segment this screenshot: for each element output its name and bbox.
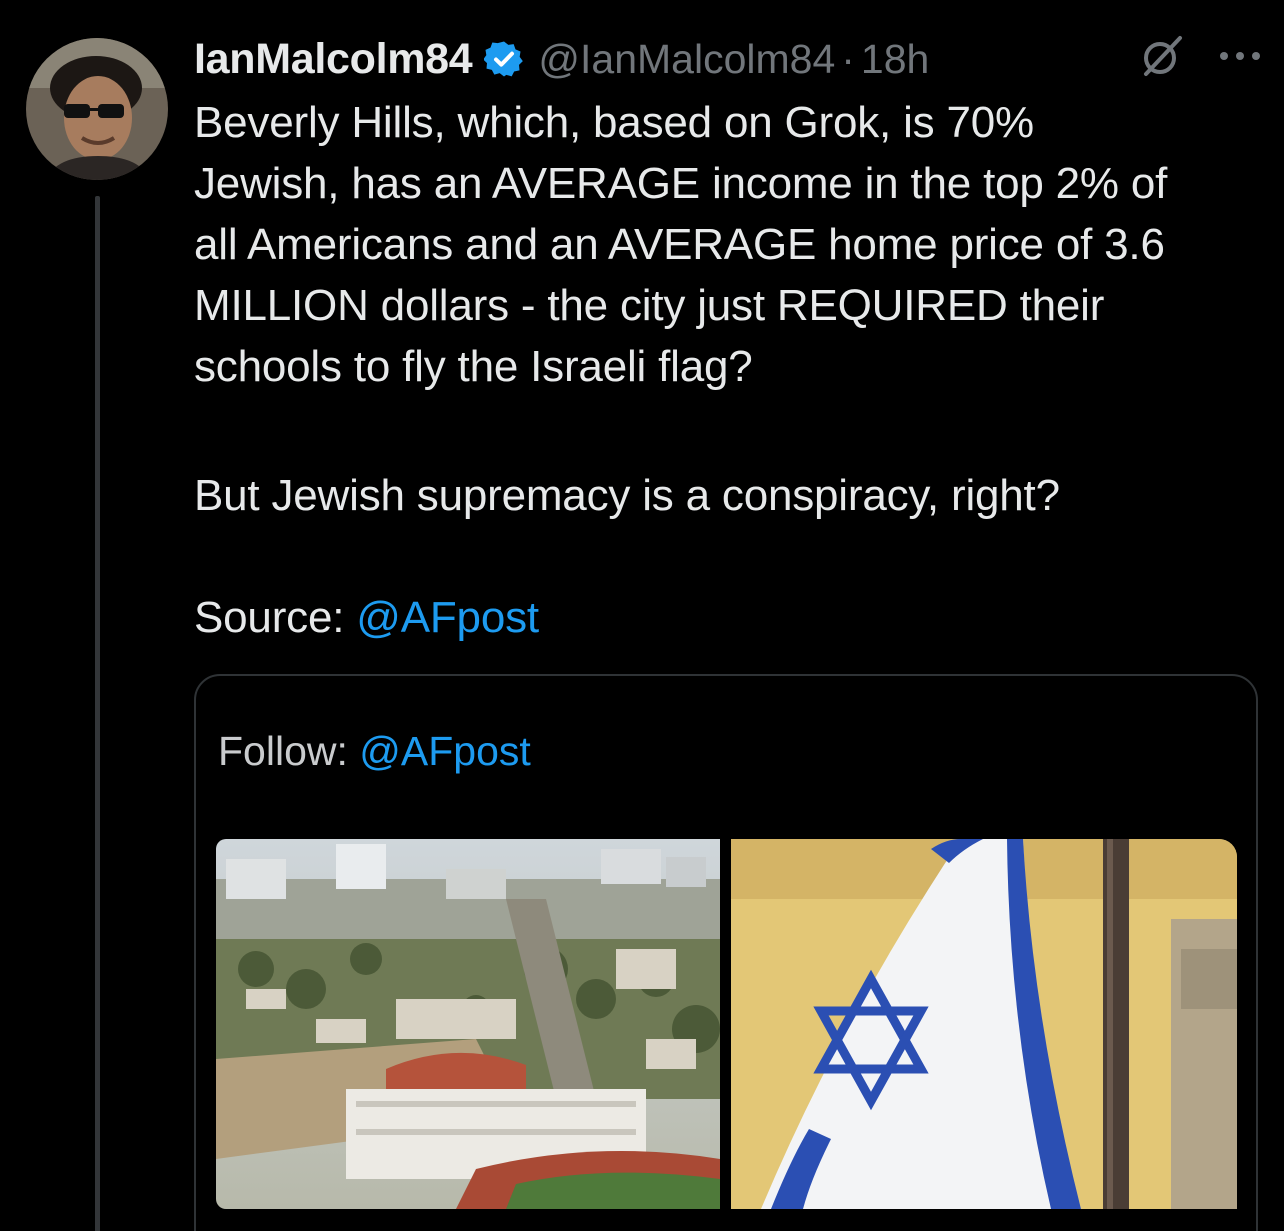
- media-card[interactable]: Follow: @AFpost: [194, 674, 1258, 1231]
- tweet-body: Beverly Hills, which, based on Grok, is …: [194, 92, 1264, 642]
- tweet-line: MILLION dollars - the city just REQUIRED…: [194, 281, 1105, 330]
- tweet-paragraph-1: Beverly Hills, which, based on Grok, is …: [194, 92, 1264, 397]
- handle[interactable]: @IanMalcolm84: [538, 36, 835, 83]
- tweet-source-line: Source: @AFpost: [194, 587, 539, 648]
- card-caption: Follow: @AFpost: [218, 728, 531, 775]
- grok-icon[interactable]: [1140, 34, 1184, 78]
- source-label: Source:: [194, 593, 357, 642]
- thread-line: [95, 196, 100, 1231]
- avatar-image: [26, 38, 168, 180]
- aerial-city-school-photo[interactable]: [216, 839, 720, 1209]
- caption-mention-link[interactable]: @AFpost: [359, 728, 531, 774]
- tweet-screen: IanMalcolm84 @IanMalcolm84 · 18h Beverly…: [0, 0, 1284, 1231]
- separator-dot: ·: [841, 35, 855, 82]
- timestamp[interactable]: 18h: [861, 36, 929, 83]
- tweet-line: all Americans and an AVERAGE home price …: [194, 220, 1165, 269]
- verified-badge-icon: [484, 39, 524, 79]
- tweet-paragraph-2: But Jewish supremacy is a conspiracy, ri…: [194, 471, 1060, 520]
- israeli-flag-photo[interactable]: [731, 839, 1237, 1209]
- tweet-line: Jewish, has an AVERAGE income in the top…: [194, 159, 1168, 208]
- display-name[interactable]: IanMalcolm84: [194, 35, 473, 84]
- avatar[interactable]: [26, 38, 168, 180]
- tweet-header: IanMalcolm84 @IanMalcolm84 · 18h: [194, 28, 1264, 90]
- header-actions: [1140, 34, 1264, 78]
- tweet-line: Beverly Hills, which, based on Grok, is …: [194, 98, 1034, 147]
- source-mention-link[interactable]: @AFpost: [356, 593, 539, 642]
- more-options-icon[interactable]: [1216, 34, 1264, 78]
- caption-label: Follow:: [218, 728, 360, 774]
- tweet-line: schools to fly the Israeli flag?: [194, 342, 753, 391]
